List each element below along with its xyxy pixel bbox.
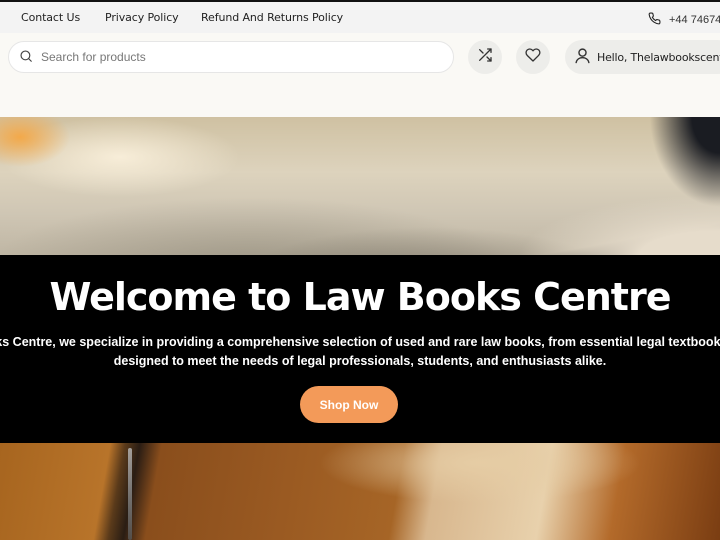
hero-banner: Welcome to Law Books Centre At Law Books…: [0, 255, 720, 443]
shuffle-icon: [477, 47, 493, 67]
privacy-policy-link[interactable]: Privacy Policy: [105, 11, 179, 24]
account-button[interactable]: Hello, Thelawbookscentre: [565, 40, 720, 74]
hero-image-page: [520, 195, 720, 255]
book-spine: [128, 448, 132, 540]
top-bar: Contact Us Privacy Policy Refund And Ret…: [0, 2, 720, 33]
refund-returns-policy-link[interactable]: Refund And Returns Policy: [201, 11, 343, 24]
wishlist-button[interactable]: [516, 40, 550, 74]
phone-contact[interactable]: +44 746745: [648, 10, 720, 29]
user-icon: [574, 47, 591, 68]
hero-image-top: [0, 117, 720, 255]
shop-now-button[interactable]: Shop Now: [300, 386, 398, 423]
search-bar[interactable]: [8, 41, 454, 73]
hero-description-line-2: designed to meet the needs of legal prof…: [113, 354, 607, 368]
hero-title: Welcome to Law Books Centre: [49, 275, 672, 319]
account-greeting: Hello, Thelawbookscentre: [597, 50, 720, 64]
phone-number: +44 746745: [669, 13, 720, 26]
phone-icon: [648, 10, 661, 29]
header: Hello, Thelawbookscentre: [0, 33, 720, 117]
hero-description-line-1: At Law Books Centre, we specialize in pr…: [0, 335, 720, 349]
heart-icon: [525, 47, 541, 67]
compare-button[interactable]: [468, 40, 502, 74]
contact-us-link[interactable]: Contact Us: [21, 11, 80, 24]
search-icon: [19, 48, 33, 67]
hero-image-bottom: [0, 443, 720, 540]
search-input[interactable]: [41, 50, 421, 64]
